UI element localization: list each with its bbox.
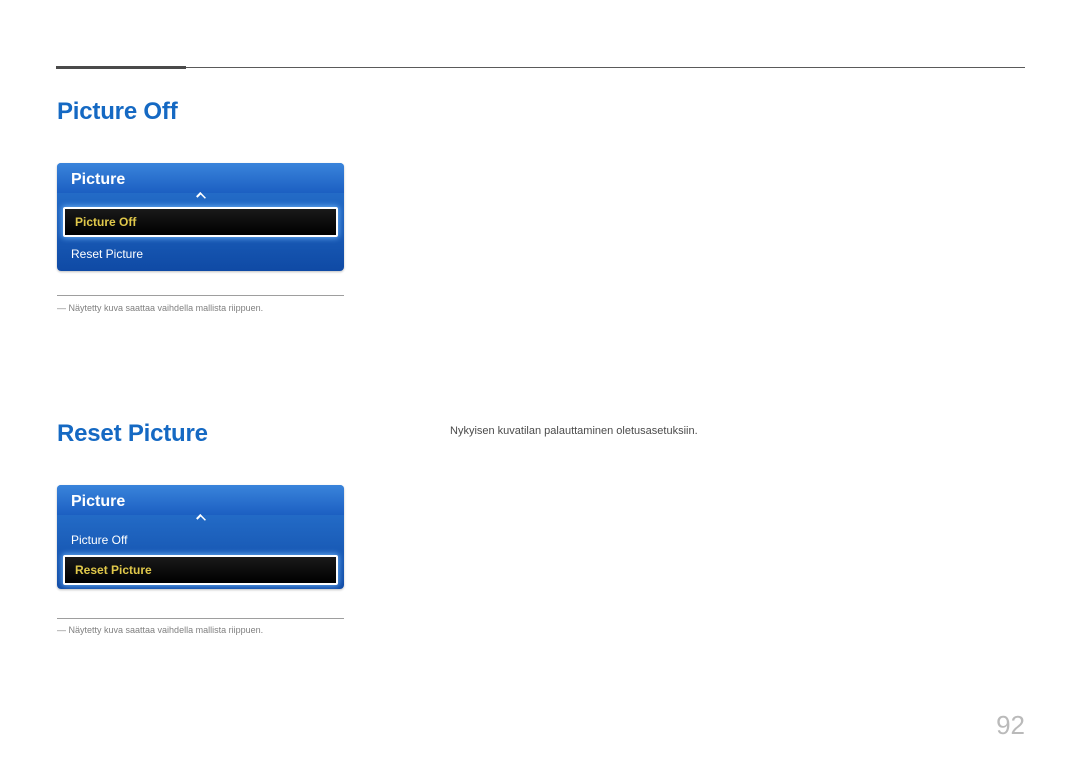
- header-rule: [56, 67, 1025, 69]
- menu-item-reset-picture[interactable]: Reset Picture: [63, 555, 338, 585]
- header-rule-bold: [56, 66, 186, 69]
- menu-panel-reset-picture: Picture Picture Off Reset Picture: [57, 485, 344, 589]
- menu-title: Picture: [57, 163, 344, 193]
- section-title-reset-picture: Reset Picture: [57, 420, 208, 448]
- footnote-text: ― Näytetty kuva saattaa vaihdella mallis…: [57, 303, 377, 313]
- footnote-rule: [57, 618, 344, 619]
- footnote-text: ― Näytetty kuva saattaa vaihdella mallis…: [57, 625, 377, 635]
- chevron-up-icon: [57, 193, 344, 205]
- section-title-picture-off: Picture Off: [57, 98, 177, 126]
- menu-item-reset-picture[interactable]: Reset Picture: [57, 241, 344, 271]
- menu-title: Picture: [57, 485, 344, 515]
- section-body-text: Nykyisen kuvatilan palauttaminen oletusa…: [450, 425, 698, 437]
- page-number: 92: [996, 710, 1025, 741]
- menu-item-picture-off[interactable]: Picture Off: [57, 527, 344, 553]
- menu-item-picture-off[interactable]: Picture Off: [63, 207, 338, 237]
- footnote-rule: [57, 295, 344, 296]
- menu-panel-picture-off: Picture Picture Off Reset Picture: [57, 163, 344, 271]
- chevron-up-icon: [57, 515, 344, 527]
